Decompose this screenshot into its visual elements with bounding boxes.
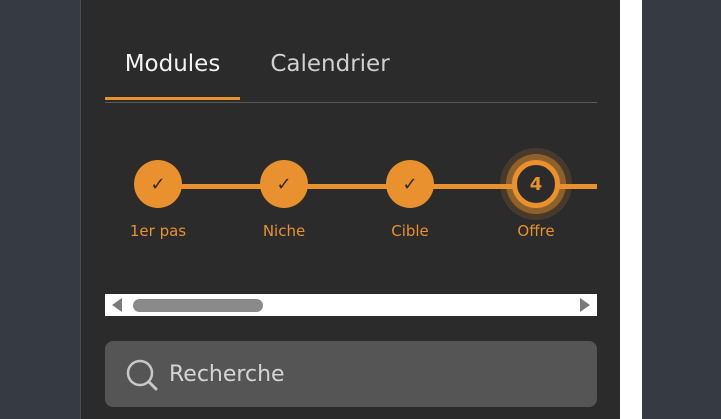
step-label: Niche — [262, 222, 306, 240]
search-box[interactable] — [105, 341, 597, 407]
step-label: Offre — [517, 222, 555, 240]
tab-bar: Modules Calendrier — [105, 40, 597, 103]
scroll-left-arrow-icon[interactable] — [112, 298, 122, 312]
search-icon — [126, 359, 158, 391]
main-panel: Modules Calendrier ✓ 1er pas ✓ Niche ✓ C… — [80, 0, 621, 419]
step-number: 4 — [512, 160, 560, 208]
step-check-icon: ✓ — [386, 160, 434, 208]
search-input[interactable] — [169, 341, 579, 407]
step-offre[interactable]: 4 Offre — [486, 138, 586, 248]
progress-stepper: ✓ 1er pas ✓ Niche ✓ Cible 4 Offre — [105, 138, 597, 248]
step-label: Cible — [391, 222, 429, 240]
right-scroll-gutter — [620, 0, 642, 419]
horizontal-scrollbar[interactable] — [105, 294, 597, 316]
step-check-icon: ✓ — [134, 160, 182, 208]
step-check-icon: ✓ — [260, 160, 308, 208]
scrollbar-thumb[interactable] — [133, 299, 263, 312]
tab-calendrier[interactable]: Calendrier — [270, 40, 390, 100]
step-1er-pas[interactable]: ✓ 1er pas — [108, 138, 208, 248]
step-label: 1er pas — [129, 222, 187, 240]
step-cible[interactable]: ✓ Cible — [360, 138, 460, 248]
step-niche[interactable]: ✓ Niche — [234, 138, 334, 248]
tab-modules[interactable]: Modules — [105, 40, 240, 100]
scroll-right-arrow-icon[interactable] — [580, 298, 590, 312]
